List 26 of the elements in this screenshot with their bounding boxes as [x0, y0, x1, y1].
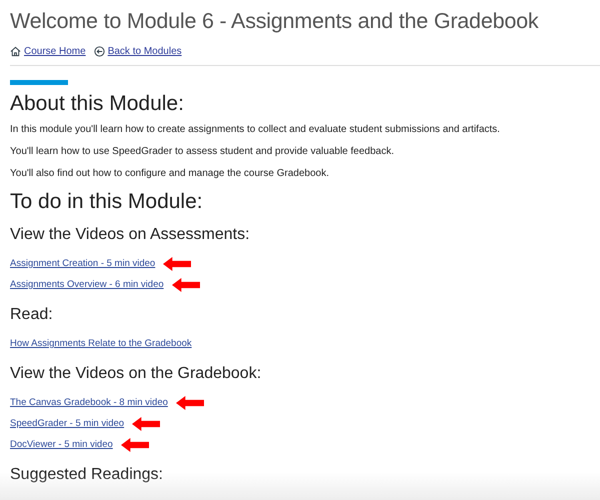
- back-arrow-icon: [94, 46, 105, 57]
- content-link[interactable]: Assignments Overview - 6 min video: [10, 279, 164, 290]
- content-link[interactable]: The Canvas Gradebook - 8 min video: [10, 397, 168, 408]
- arrow-icon: [161, 256, 194, 270]
- section-heading: View the Videos on Assessments:: [10, 225, 251, 245]
- content-link[interactable]: How Assignments Relate to the Gradebook: [10, 338, 192, 349]
- paragraph: You'll learn how to use SpeedGrader to assess student and provide valuable feedback.: [10, 145, 396, 158]
- home-icon: [10, 46, 21, 57]
- arrow-icon: [130, 416, 162, 430]
- back-link[interactable]: Back to Modules: [94, 46, 182, 57]
- course-home-link[interactable]: Course Home: [10, 46, 86, 57]
- section-heading: View the Videos on the Gradebook:: [10, 364, 262, 384]
- arrow-icon: [170, 278, 202, 292]
- section-heading: To do in this Module:: [10, 189, 204, 215]
- section-heading: Suggested Readings:: [10, 465, 164, 485]
- content-link[interactable]: SpeedGrader - 5 min video: [10, 418, 124, 429]
- accent-bar: [10, 80, 68, 85]
- section-heading: Read:: [10, 305, 54, 325]
- content-link[interactable]: Assignment Creation - 5 min video: [10, 258, 156, 269]
- paragraph: You'll also find out how to configure and manage the course Gradebook.: [10, 167, 330, 180]
- section-heading: About this Module:: [10, 91, 185, 117]
- page-title: Welcome to Module 6 - Assignments and the Gradebook: [10, 8, 540, 35]
- paragraph: In this module you'll learn how to create assignments to collect and evaluate student submissions and artifacts.: [10, 123, 501, 136]
- arrow-icon: [174, 396, 206, 410]
- arrow-icon: [118, 438, 151, 452]
- content-link[interactable]: DocViewer - 5 min video: [10, 439, 113, 450]
